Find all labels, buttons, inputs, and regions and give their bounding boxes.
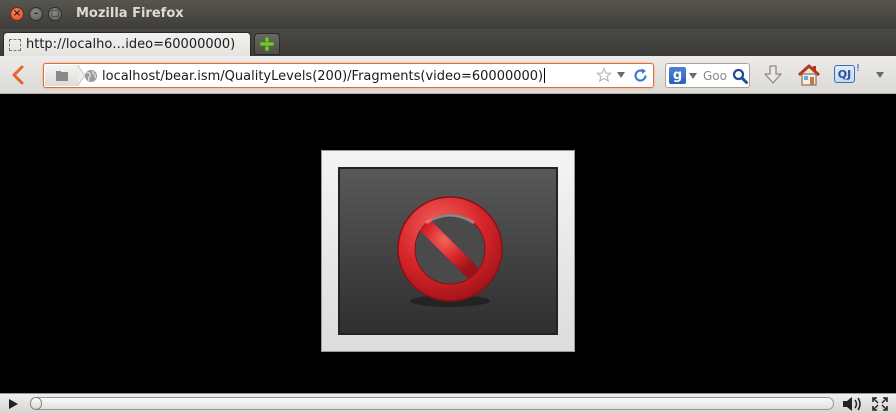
window-maximize-button[interactable]: □ — [48, 7, 62, 21]
addon-badge: ! — [856, 63, 861, 74]
url-bar[interactable]: localhost/bear.ism/QualityLevels(200)/Fr… — [43, 63, 654, 88]
window-close-button[interactable]: × — [10, 7, 24, 21]
speaker-icon[interactable] — [842, 396, 864, 412]
seek-bar[interactable] — [30, 397, 834, 410]
plugin-placeholder[interactable] — [321, 150, 575, 352]
close-icon: × — [12, 8, 22, 19]
tab-active[interactable]: http://localho…ideo=60000000) — [3, 32, 251, 56]
site-identity-button[interactable] — [45, 65, 79, 86]
text-caret — [544, 68, 546, 83]
globe-icon — [85, 70, 97, 82]
window-minimize-button[interactable]: – — [29, 7, 43, 21]
tab-label: http://localho…ideo=60000000) — [26, 37, 236, 52]
google-icon[interactable]: g — [669, 67, 686, 84]
plus-icon — [259, 36, 275, 52]
reload-icon[interactable] — [632, 67, 649, 84]
search-bar[interactable]: g Goo — [665, 63, 750, 88]
folder-icon — [55, 70, 68, 81]
plugin-screen — [338, 167, 558, 335]
download-arrow-icon[interactable] — [762, 64, 784, 86]
magnifier-icon[interactable] — [732, 68, 748, 84]
back-button[interactable] — [8, 64, 28, 86]
navigation-toolbar: localhost/bear.ism/QualityLevels(200)/Fr… — [0, 56, 896, 94]
new-tab-button[interactable] — [254, 33, 280, 55]
search-input[interactable]: Goo — [703, 69, 727, 83]
addon-label: QJ — [834, 65, 855, 83]
url-value: localhost/bear.ism/QualityLevels(200)/Fr… — [102, 69, 544, 84]
title-bar: × – □ Mozilla Firefox — [0, 0, 896, 29]
back-arrow-icon — [12, 65, 24, 85]
chevron-down-icon[interactable] — [617, 72, 625, 78]
no-entry-icon — [397, 196, 503, 307]
blank-page-icon — [9, 38, 21, 51]
home-icon[interactable] — [797, 63, 821, 87]
play-icon[interactable] — [7, 398, 19, 410]
seek-thumb[interactable] — [30, 397, 42, 410]
chevron-down-icon[interactable] — [689, 73, 697, 79]
tab-strip: http://localho…ideo=60000000) — [0, 29, 896, 56]
url-text: localhost/bear.ism/QualityLevels(200)/Fr… — [102, 68, 546, 84]
chevron-down-icon[interactable] — [876, 72, 884, 78]
minimize-icon: – — [33, 8, 39, 19]
media-controls — [0, 393, 896, 413]
maximize-icon: □ — [50, 8, 60, 19]
fullscreen-icon[interactable] — [872, 397, 888, 411]
addon-button[interactable]: QJ ! — [834, 63, 861, 84]
window-title: Mozilla Firefox — [76, 6, 184, 21]
star-icon[interactable] — [596, 67, 612, 83]
page-content — [0, 95, 896, 393]
